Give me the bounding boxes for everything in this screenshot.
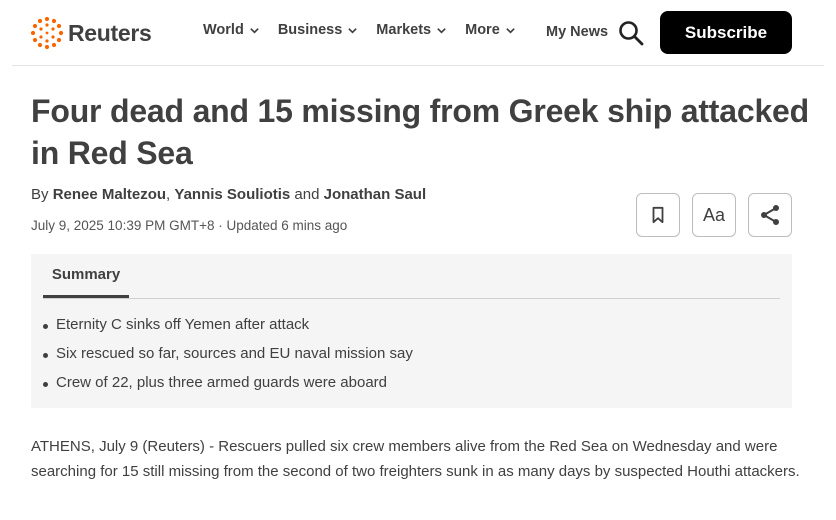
author-link[interactable]: Renee Maltezou (53, 186, 166, 203)
summary-item: Eternity C sinks off Yemen after attack (43, 316, 413, 345)
nav-item-label: Business (277, 22, 343, 38)
header-divider (12, 65, 824, 66)
nav-item-markets[interactable]: Markets (376, 22, 447, 38)
nav-item-label: World (203, 22, 244, 38)
tab-summary[interactable]: Summary (43, 266, 129, 298)
nav-item-label: Markets (376, 22, 432, 38)
summary-item-text: Eternity C sinks off Yemen after attack (56, 316, 310, 333)
summary-item-text: Six rescued so far, sources and EU naval… (56, 345, 413, 362)
byline-and: and (294, 186, 320, 203)
site-header: Reuters World Business Markets More My N… (0, 0, 836, 66)
article-lead-paragraph: ATHENS, July 9 (Reuters) - Rescuers pull… (31, 438, 800, 480)
summary-item: Six rescued so far, sources and EU naval… (43, 345, 413, 374)
bullet-icon (43, 382, 48, 387)
byline: By Renee Maltezou, Yannis Souliotis and … (31, 186, 426, 203)
article-headline: Four dead and 15 missing from Greek ship… (31, 93, 809, 171)
reuters-logo-icon (30, 16, 64, 50)
reuters-logo[interactable]: Reuters (30, 16, 152, 50)
article-dateline: July 9, 2025 10:39 PM GMT+8 · Updated 6 … (31, 218, 348, 233)
bullet-icon (43, 353, 48, 358)
summary-divider (43, 298, 780, 299)
bullet-icon (43, 324, 48, 329)
nav-item-label: More (465, 22, 500, 38)
nav-item-world[interactable]: World (203, 22, 260, 38)
byline-separator: , (166, 186, 171, 203)
chevron-down-icon (506, 27, 515, 34)
summary-item-text: Crew of 22, plus three armed guards were… (56, 374, 388, 391)
main-nav: World Business Markets More (203, 22, 534, 38)
byline-prefix: By (31, 186, 49, 203)
my-news-link[interactable]: My News (546, 24, 608, 40)
chevron-down-icon (437, 27, 446, 34)
chevron-down-icon (250, 27, 259, 34)
summary-item: Crew of 22, plus three armed guards were… (43, 374, 413, 403)
text-size-label: Aa (702, 204, 726, 225)
bookmark-button[interactable] (636, 193, 680, 237)
nav-item-more[interactable]: More (465, 22, 516, 38)
summary-box: Summary Eternity C sinks off Yemen after… (31, 254, 792, 408)
share-button[interactable] (748, 193, 792, 237)
bookmark-icon (652, 206, 664, 224)
chevron-down-icon (348, 27, 358, 34)
nav-item-business[interactable]: Business (278, 22, 358, 38)
summary-list: Eternity C sinks off Yemen after attack … (43, 316, 413, 403)
share-icon (761, 205, 779, 225)
subscribe-button[interactable]: Subscribe (660, 11, 792, 54)
logo-text: Reuters (68, 19, 152, 46)
search-icon (619, 21, 644, 46)
text-size-button[interactable]: Aa (692, 193, 736, 237)
author-link[interactable]: Yannis Souliotis (174, 186, 290, 203)
search-button[interactable] (617, 19, 645, 47)
author-link[interactable]: Jonathan Saul (324, 186, 427, 203)
